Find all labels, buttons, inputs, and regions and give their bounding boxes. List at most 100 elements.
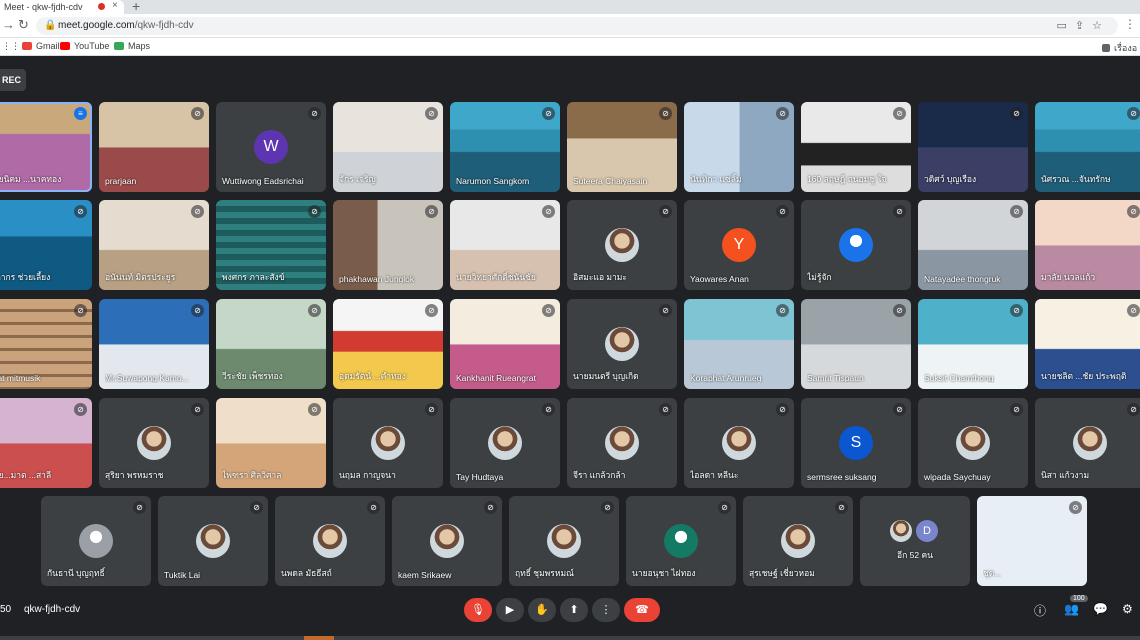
avatar [547,524,581,558]
mic-muted-icon: ⊘ [893,403,906,416]
participant-name: วดิศว์ บุญเรือง [924,174,977,184]
participant-name: สุรเชษฐ์ เชี่ยวหอม [749,568,815,578]
mic-muted-icon: ⊘ [776,403,789,416]
bookmark-gmail[interactable]: Gmail [22,41,60,51]
participant-tile[interactable]: ⊘ วีระชัย เพ็ชรทอง [216,299,326,389]
mic-muted-icon: ⊘ [191,107,204,120]
mic-muted-icon: ⊘ [133,501,146,514]
camera-button[interactable]: ▶ [496,598,524,622]
reading-list[interactable]: เรื่องอ [1102,41,1137,55]
new-tab-button[interactable]: + [132,0,140,14]
leave-call-button[interactable]: ☎ [624,598,660,622]
participant-tile[interactable]: ⊘ นันทิกา แซ่ลิ้ม [684,102,794,192]
browser-menu-icon[interactable]: ⋮ [1124,17,1136,31]
participant-name: นายชลิต ...ชัย ประพฤติ [1041,371,1127,381]
participant-tile[interactable]: Y ⊘ Yaowares Anan [684,200,794,290]
participant-name: Mr.Suwapong Kamo... [105,373,189,383]
participant-tile[interactable]: ⊘ อนันนท์ มิตรประยูร [99,200,209,290]
raise-hand-button[interactable]: ✋ [528,598,556,622]
forward-arrow-icon[interactable]: → [2,17,15,32]
scrollbar-thumb[interactable] [304,636,334,640]
participant-tile[interactable]: ⊘ นฤมล กาญจนา [333,398,443,488]
participant-tile[interactable]: ⊘ Kankhanit Rueangrat [450,299,560,389]
participant-name: Koraphat Arunrueg [690,373,762,383]
participant-tile[interactable]: ⊘ อิสมะแอ มามะ [567,200,677,290]
participant-name: กันธานี บุญฤทธิ์ [47,568,105,578]
participant-tile[interactable]: S ⊘ sermsree suksang [801,398,911,488]
participant-tile[interactable]: ⊘ Natayadee thongruk [918,200,1028,290]
participant-name: airat mitmusik [0,373,41,383]
lock-icon[interactable]: 🔒 [44,20,56,31]
participant-tile[interactable]: ⊘ สุริยา พรหมราช [99,398,209,488]
present-button[interactable]: ⬆ [560,598,588,622]
browser-tab[interactable]: Meet - qkw-fjdh-cdv × [0,0,124,14]
chat-icon[interactable]: 💬 [1093,602,1108,616]
participant-tile[interactable]: ⊘ ไม่รู้จัก [801,200,911,290]
participant-tile[interactable]: ⊘ กันธานี บุญฤทธิ์ [41,496,151,586]
participant-tile[interactable]: ⊘ kaem Srikaew [392,496,502,586]
participant-tile[interactable]: ⊘ วดิศว์ บุญเรือง [918,102,1028,192]
mic-muted-icon: ⊘ [191,205,204,218]
horizontal-scrollbar[interactable] [0,636,1140,640]
participant-tile[interactable]: ⊘ ไพฑรา ศิลวิศาล [216,398,326,488]
participant-tile[interactable]: ⊘ Koraphat Arunrueg [684,299,794,389]
mic-muted-icon: ⊘ [659,403,672,416]
avatar: Y [722,228,756,262]
participant-tile[interactable]: ⊘ Mr.Suwapong Kamo... [99,299,209,389]
participant-name: sermsree suksang [807,472,877,482]
participant-tile[interactable]: W ⊘ Wuttiwong Eadsrichai [216,102,326,192]
participant-tile[interactable]: ⊘ นายอนุชา ไฝทอง [626,496,736,586]
participant-tile[interactable]: D อีก 52 คน [860,496,970,586]
participant-tile[interactable]: ⊘ ชุด... [977,496,1087,586]
participant-tile[interactable]: ⊘ มาลัย นวลแก้ว [1035,200,1140,290]
participant-tile[interactable]: ⊘ นัศรวณ ...จันทรักษ [1035,102,1140,192]
participant-tile[interactable]: ⊘ 5 ภากร ช่วยเลี้ยง [0,200,92,290]
info-icon[interactable]: ⓘ [1034,602,1046,619]
participant-tile[interactable]: ⊘ ฤทธิ์ ชุมพรหมณ์ [509,496,619,586]
participant-tile[interactable]: ⊘ phakhawan Junglok [333,200,443,290]
participant-tile[interactable]: ⊘ นายวิทยาศักดิ์ชนันชัย [450,200,560,290]
participant-tile[interactable]: ⊘ นายมนตรี บุญเกิด [567,299,677,389]
mic-muted-icon: ⊘ [308,205,321,218]
participant-tile[interactable]: ⊘ อุดมรัตน์ ...คำทอง [333,299,443,389]
mic-muted-icon: ⊘ [308,403,321,416]
participant-tile[interactable]: ⊘ จีรา แกล้วกล้า [567,398,677,488]
participant-name: นฤมล กาญจนา [339,470,396,480]
bookmark-youtube[interactable]: YouTube [60,41,109,51]
participant-tile[interactable]: ⊘ airat mitmusik [0,299,92,389]
participant-tile[interactable]: ⊘ นาย...มาต ...สาลี [0,398,92,488]
reload-icon[interactable]: ↻ [18,17,29,33]
recording-dot-icon [98,3,105,10]
activities-icon[interactable]: ⚙ [1122,602,1133,616]
participant-tile[interactable]: ≡ นายนิคม ...นาคทอง [0,102,92,192]
participant-tile[interactable]: ⊘ Tuktik Lai [158,496,268,586]
participant-name: อนันนท์ มิตรประยูร [105,272,176,282]
participant-tile[interactable]: ⊘ Tay Hudtaya [450,398,560,488]
people-icon[interactable]: 👥 [1064,602,1079,616]
bookmark-maps[interactable]: Maps [114,41,150,51]
mic-off-button[interactable]: 🎙 [464,598,492,622]
participant-tile[interactable]: ⊘ พงศกร ภาละสังข์ [216,200,326,290]
participant-tile[interactable]: ⊘ นพดล มัธธีสถ์ [275,496,385,586]
mic-muted-icon: ⊘ [1010,205,1023,218]
avatar [1073,426,1107,460]
participant-tile[interactable]: ⊘ Suksit Chamthong [918,299,1028,389]
participant-tile[interactable]: ⊘ นายชลิต ...ชัย ประพฤติ [1035,299,1140,389]
participant-tile[interactable]: ⊘ 160 ลฤษฎี ถนอมชู ใจ [801,102,911,192]
omnibox-action-icons[interactable]: ▭⇪☆ [1057,19,1110,32]
participant-tile[interactable]: ⊘ นิสา แก้วงาม [1035,398,1140,488]
participant-tile[interactable]: ⊘ ไอลดา หลีนะ [684,398,794,488]
participant-name: นาย...มาต ...สาลี [0,470,52,480]
omnibox[interactable]: 🔒 meet.google.com/qkw-fjdh-cdv ▭⇪☆ [36,17,1118,35]
participant-tile[interactable]: ⊘ Suteera Chaiyasain [567,102,677,192]
more-options-button[interactable]: ⋮ [592,598,620,622]
participant-tile[interactable]: ⊘ Narumon Sangkom [450,102,560,192]
participant-tile[interactable]: ⊘ wipada Saychuay [918,398,1028,488]
mic-muted-icon: ⊘ [425,304,438,317]
participant-tile[interactable]: ⊘ Samrit Tispaun [801,299,911,389]
participant-tile[interactable]: ⊘ prarjaan [99,102,209,192]
participant-tile[interactable]: ⊘ สุรเชษฐ์ เชี่ยวหอม [743,496,853,586]
tab-close-icon[interactable]: × [112,0,118,11]
participant-tile[interactable]: ⊘ จักร เจริญ [333,102,443,192]
mic-muted-icon: ⊘ [1010,403,1023,416]
